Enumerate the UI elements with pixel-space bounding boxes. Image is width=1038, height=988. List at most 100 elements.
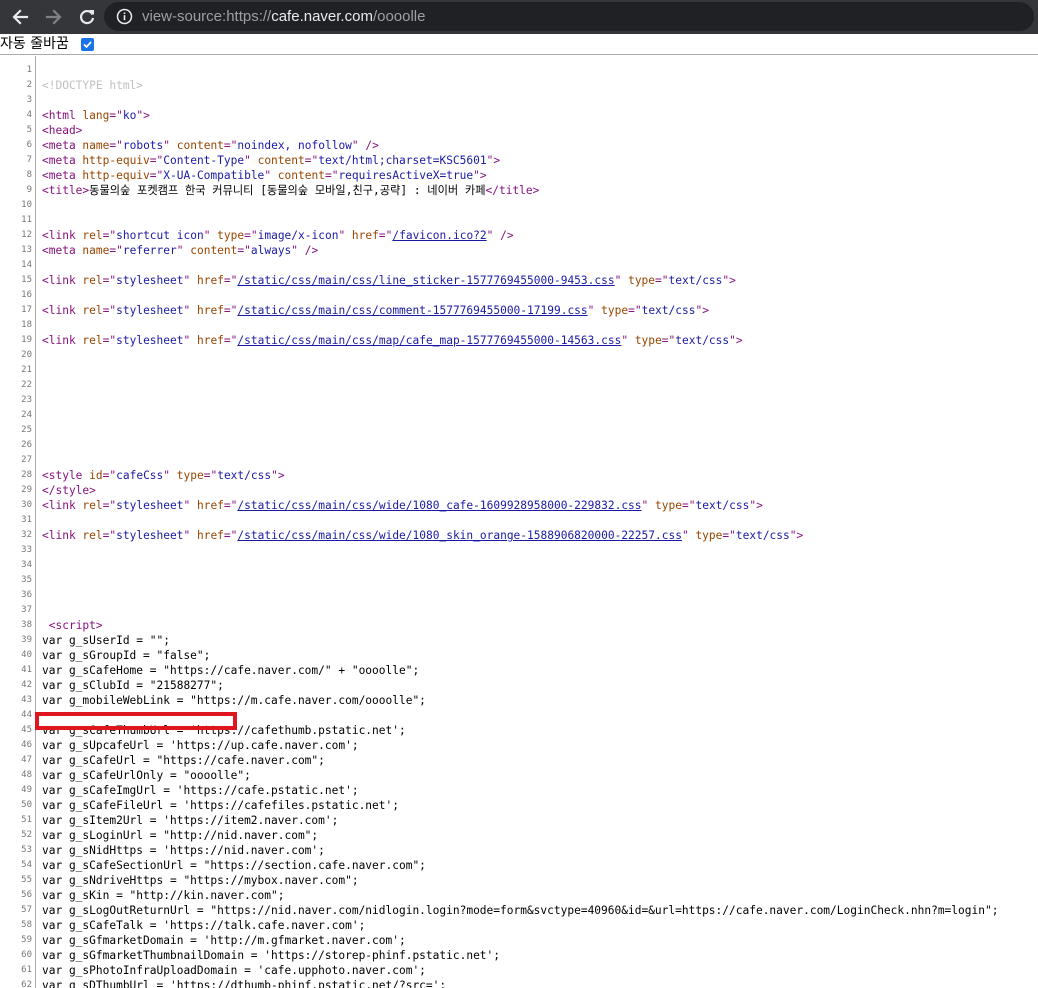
source-line: 43 var g_mobileWebLink = "https://m.cafe.…	[0, 693, 1038, 708]
code-token: var g_sItem2Url = 'https://item2.naver.c…	[42, 814, 339, 827]
code-token: robots	[122, 139, 164, 152]
code-token: ">	[486, 154, 501, 167]
source-line: 36	[0, 588, 1038, 603]
line-code: <script>	[42, 618, 103, 633]
code-token: ="	[628, 304, 642, 317]
code-token: name	[82, 139, 110, 152]
line-code: var g_sItem2Url = 'https://item2.naver.c…	[42, 813, 338, 828]
source-line: 38 <script>	[0, 618, 1038, 633]
source-line: 13 <meta name="referrer" content="always"…	[0, 243, 1038, 258]
line-number: 25	[21, 425, 32, 435]
code-token: "	[183, 529, 197, 542]
code-token: text/css	[735, 529, 790, 542]
code-token: "	[641, 499, 656, 512]
line-number: 44	[21, 710, 32, 720]
code-token: "	[163, 139, 177, 152]
code-token: text/css	[668, 274, 723, 287]
line-number: 49	[21, 785, 32, 795]
line-number: 46	[21, 740, 32, 750]
code-token: content	[190, 244, 238, 257]
line-number: 24	[21, 410, 32, 420]
source-line: 22	[0, 378, 1038, 393]
code-token: ="	[244, 229, 258, 242]
resource-link[interactable]: /favicon.ico?2	[392, 229, 486, 242]
source-line: 50 var g_sCafeFileUrl = 'https://cafefile…	[0, 798, 1038, 813]
code-token: rel	[82, 274, 103, 287]
forward-button[interactable]	[42, 5, 66, 29]
resource-link[interactable]: /static/css/main/css/wide/1080_skin_oran…	[237, 529, 682, 542]
code-token: "	[183, 334, 197, 347]
resource-link[interactable]: /static/css/main/css/wide/1080_cafe-1609…	[237, 499, 641, 512]
code-token: var g_sCafeTalk = 'https://talk.cafe.nav…	[42, 919, 366, 932]
line-code: <!DOCTYPE html>	[42, 78, 143, 93]
code-token: id	[89, 469, 103, 482]
source-line: 44	[0, 708, 1038, 723]
code-token: ="	[149, 154, 164, 167]
code-token: var g_sCafeUrlOnly = "oooolle";	[42, 769, 251, 782]
code-token: var g_sUpcafeUrl = 'https://up.cafe.nave…	[42, 739, 359, 752]
code-token: href	[196, 304, 224, 317]
code-token: var g_sUserId = "";	[42, 634, 170, 647]
code-token: </style>	[42, 484, 96, 497]
code-token: type	[217, 229, 245, 242]
source-line: 1	[0, 63, 1038, 78]
code-token: type	[628, 274, 656, 287]
line-code: var g_sCafeThumbUrl = 'https://cafethumb…	[42, 723, 406, 738]
code-token: type	[176, 469, 204, 482]
line-number: 19	[21, 335, 32, 345]
code-token: ">	[789, 529, 804, 542]
code-token: type	[695, 529, 723, 542]
url-host: cafe.naver.com	[271, 8, 373, 25]
reload-button[interactable]	[75, 5, 99, 29]
line-number: 53	[21, 845, 32, 855]
line-code: <meta name="robots" content="noindex, no…	[42, 138, 379, 153]
code-token: ="	[102, 229, 117, 242]
line-code: <meta http-equiv="X-UA-Compatible" conte…	[42, 168, 487, 183]
code-token: ="	[109, 109, 123, 122]
line-code: var g_sNdriveHttps = "https://mybox.nave…	[42, 873, 359, 888]
code-token: type	[601, 304, 629, 317]
line-code: var g_sKin = "http://kin.naver.com";	[42, 888, 284, 903]
line-wrap-checkbox[interactable]	[81, 38, 94, 51]
resource-link[interactable]: /static/css/main/css/map/cafe_map-157776…	[237, 334, 621, 347]
code-token: var g_sClubId = "21588277";	[42, 679, 224, 692]
code-token: href	[196, 334, 224, 347]
source-line: 61 var g_sPhotoInfraUploadDomain = 'cafe.…	[0, 963, 1038, 978]
line-code: var g_sCafeHome = "https://cafe.naver.co…	[42, 663, 419, 678]
code-token: <html	[42, 109, 83, 122]
line-number: 47	[21, 755, 32, 765]
line-code: <meta name="referrer" content="always" /…	[42, 243, 318, 258]
line-code: <link rel="stylesheet" href="/static/css…	[42, 303, 709, 318]
source-line: 23	[0, 393, 1038, 408]
code-token: "	[176, 244, 191, 257]
line-code: var g_sCafeImgUrl = 'https://cafe.pstati…	[42, 783, 359, 798]
line-wrap-label: 자동 줄바꿈	[0, 36, 69, 52]
code-token: ="	[102, 274, 117, 287]
source-line: 12 <link rel="shortcut icon" type="image/…	[0, 228, 1038, 243]
address-bar[interactable]: view-source:https://cafe.naver.com/ooool…	[104, 2, 1034, 31]
code-token: <style	[42, 469, 90, 482]
line-number: 60	[21, 950, 32, 960]
source-line: 57 var g_sLogOutReturnUrl = "https://nid.…	[0, 903, 1038, 918]
resource-link[interactable]: /static/css/main/css/comment-15777694550…	[237, 304, 587, 317]
source-line: 3	[0, 93, 1038, 108]
line-number: 2	[26, 80, 32, 90]
resource-link[interactable]: /static/css/main/css/line_sticker-157776…	[237, 274, 614, 287]
line-number: 39	[21, 635, 32, 645]
back-button[interactable]	[8, 5, 32, 29]
code-token: var g_sCafeFileUrl = 'https://cafefiles.…	[42, 799, 399, 812]
source-line: 31	[0, 513, 1038, 528]
line-code: <link rel="stylesheet" href="/static/css…	[42, 273, 736, 288]
line-number: 37	[21, 605, 32, 615]
code-token: var g_sCafeUrl = "https://cafe.naver.com…	[42, 754, 325, 767]
code-token: content	[257, 154, 305, 167]
code-token: ">	[729, 334, 743, 347]
info-icon[interactable]	[116, 8, 133, 25]
line-number: 33	[21, 545, 32, 555]
code-token: ">	[271, 469, 285, 482]
code-token: image/x-icon	[257, 229, 339, 242]
code-token: "	[163, 469, 177, 482]
source-line: 32 <link rel="stylesheet" href="/static/c…	[0, 528, 1038, 543]
source-view: 1 2 <!DOCTYPE html> 3 4 <html lang="ko"> 5 <hea…	[0, 56, 1038, 988]
